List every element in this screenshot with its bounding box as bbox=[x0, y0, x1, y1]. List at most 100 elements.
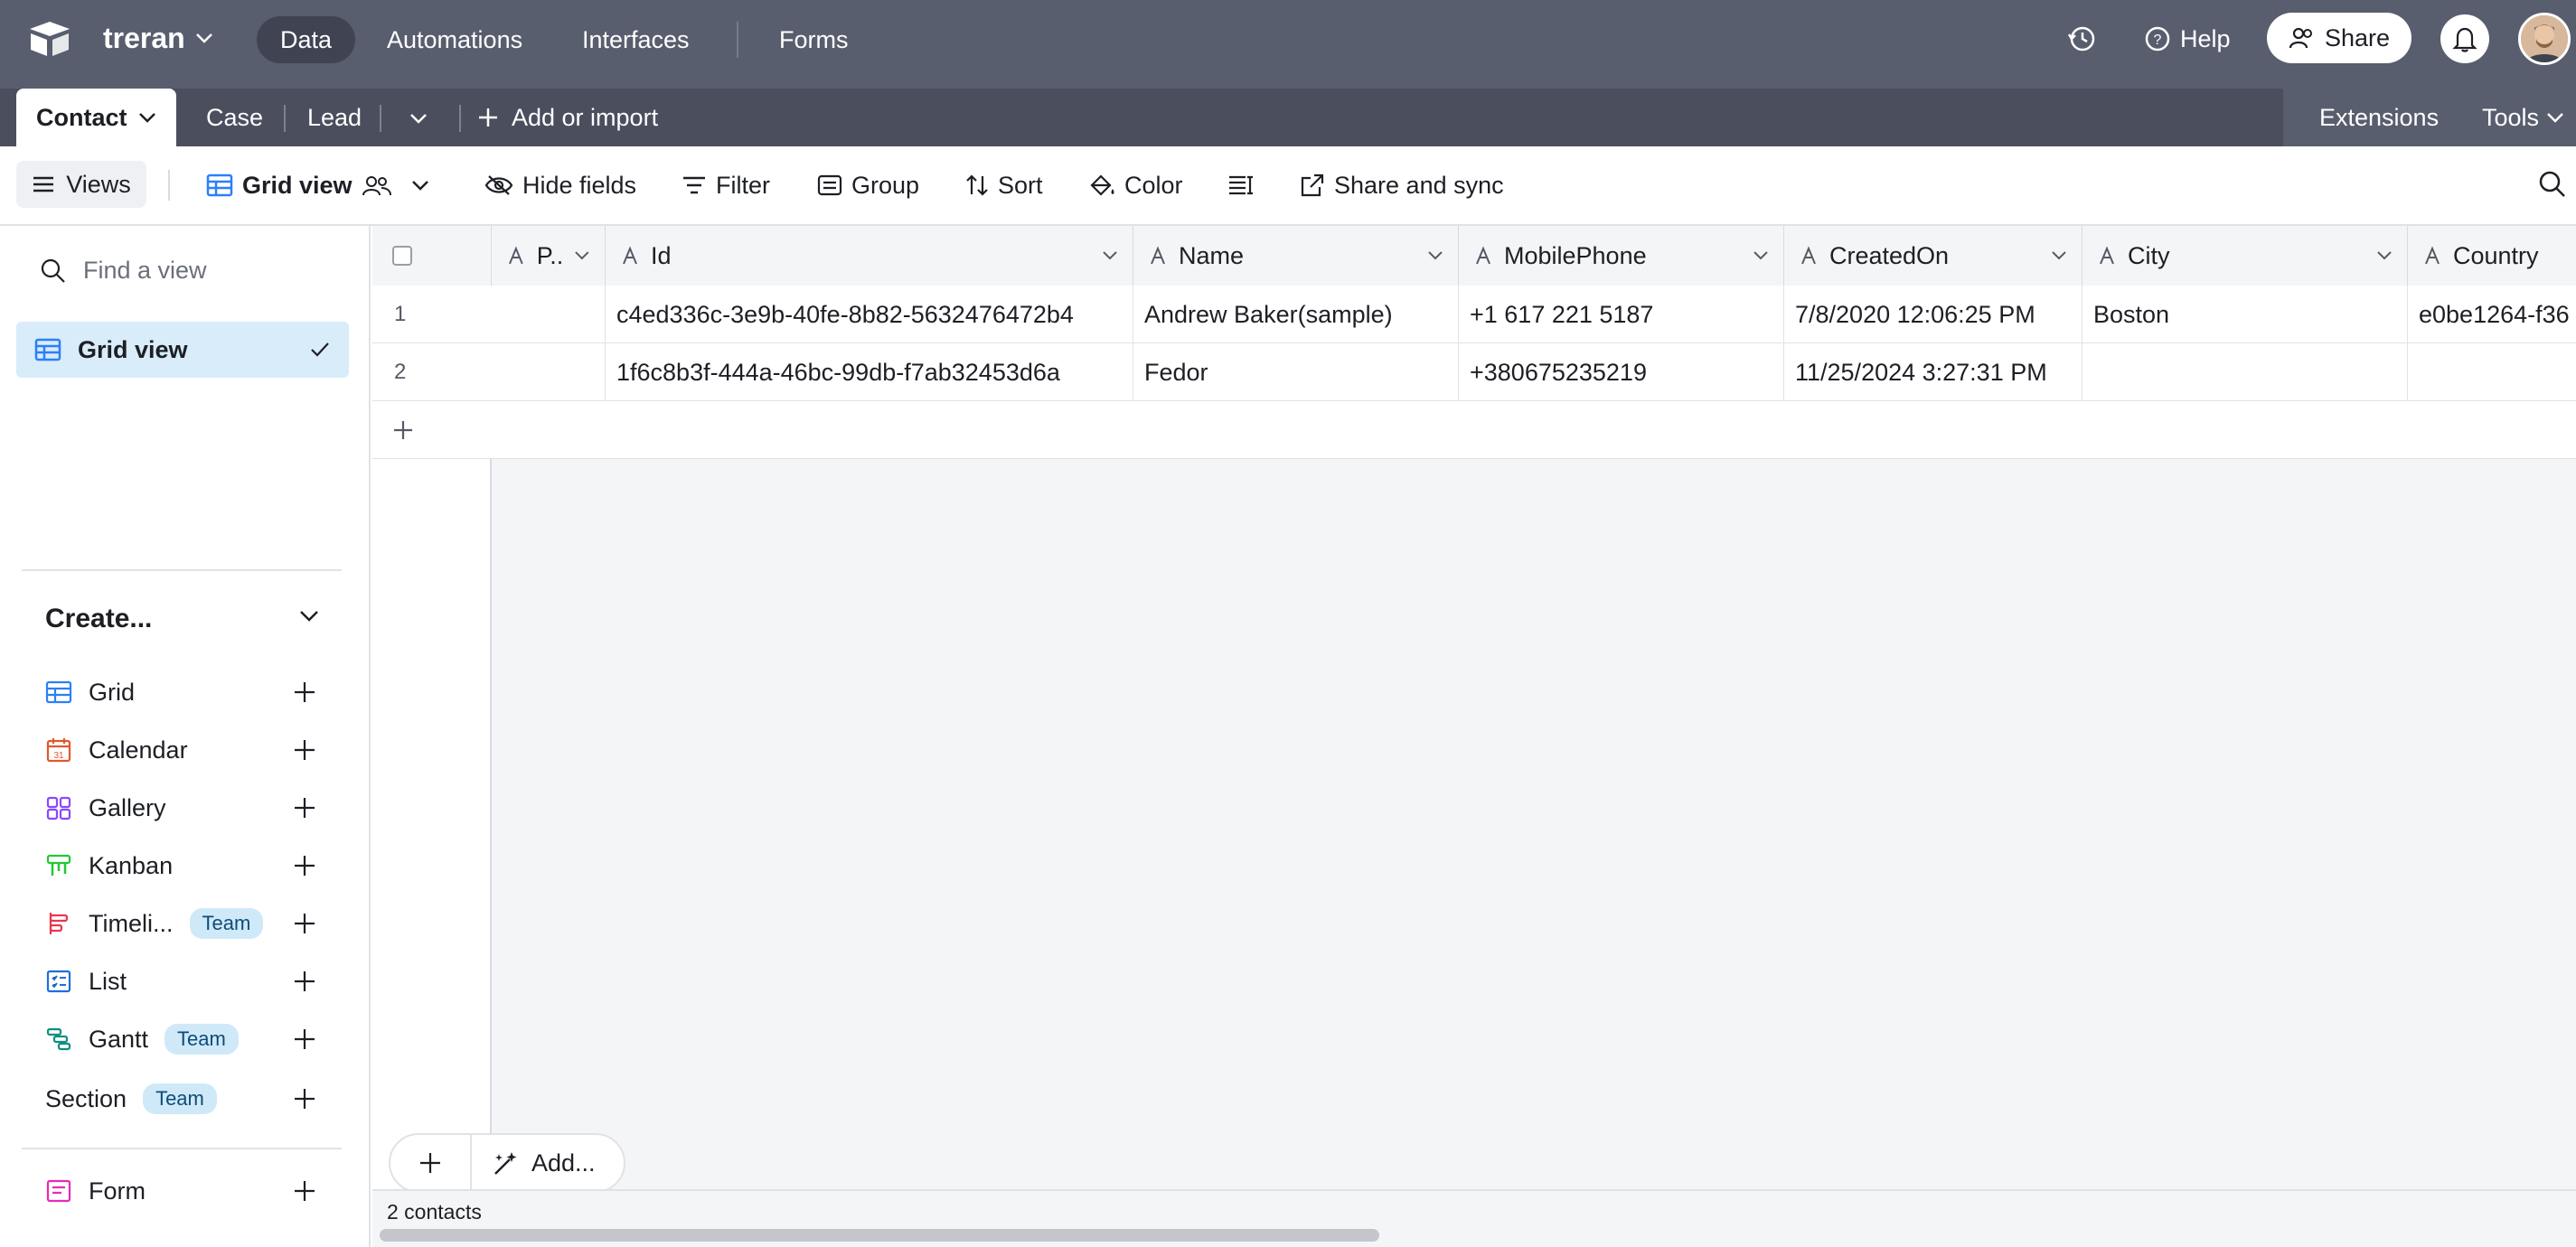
column-header-city[interactable]: City bbox=[2082, 226, 2408, 286]
column-header-country[interactable]: Country bbox=[2408, 226, 2576, 286]
extensions-button[interactable]: Extensions bbox=[2319, 89, 2439, 146]
create-list-item[interactable]: List bbox=[45, 960, 316, 1003]
help-icon: ? bbox=[2145, 26, 2170, 52]
add-section-plus-icon[interactable] bbox=[293, 1087, 316, 1111]
team-badge: Team bbox=[165, 1024, 239, 1055]
cell-country[interactable]: e0be1264-f36 bbox=[2408, 286, 2576, 343]
cell-mobilephone[interactable]: +380675235219 bbox=[1459, 343, 1784, 401]
create-kanban-item[interactable]: Kanban bbox=[45, 844, 316, 887]
cell-name[interactable]: Andrew Baker(sample) bbox=[1133, 286, 1459, 343]
chevron-down-icon[interactable] bbox=[1427, 250, 1443, 261]
create-gantt-item[interactable]: Gantt Team bbox=[45, 1017, 316, 1061]
share-button[interactable]: Share bbox=[2267, 13, 2411, 63]
nav-tab-automations[interactable]: Automations bbox=[363, 16, 546, 63]
notifications-button[interactable] bbox=[2440, 14, 2489, 63]
column-header-mobilephone[interactable]: MobilePhone bbox=[1459, 226, 1784, 286]
nav-tab-interfaces[interactable]: Interfaces bbox=[559, 16, 713, 63]
cell-p[interactable] bbox=[492, 343, 606, 401]
user-avatar[interactable] bbox=[2518, 13, 2571, 65]
help-button[interactable]: ? Help bbox=[2144, 20, 2231, 58]
cell-id[interactable]: 1f6c8b3f-444a-46bc-99db-f7ab32453d6a bbox=[606, 343, 1133, 401]
filter-button[interactable]: Filter bbox=[682, 163, 770, 208]
views-toggle-button[interactable]: Views bbox=[16, 161, 146, 208]
create-timeline-item[interactable]: Timeli... Team bbox=[45, 902, 316, 945]
find-view-input[interactable]: Find a view bbox=[40, 257, 207, 285]
column-header-label: Name bbox=[1179, 241, 1245, 269]
table-row[interactable]: 2 1f6c8b3f-444a-46bc-99db-f7ab32453d6a F… bbox=[372, 343, 2576, 401]
eye-slash-icon bbox=[484, 175, 513, 195]
base-name-menu[interactable]: treran bbox=[103, 20, 214, 56]
chevron-down-icon[interactable] bbox=[1753, 250, 1769, 261]
cell-country[interactable] bbox=[2408, 343, 2576, 401]
column-header-name[interactable]: Name bbox=[1133, 226, 1459, 286]
table-row[interactable]: 1 c4ed336c-3e9b-40fe-8b82-5632476472b4 A… bbox=[372, 286, 2576, 343]
create-section-heading[interactable]: Create... bbox=[45, 604, 152, 634]
tools-button[interactable]: Tools bbox=[2482, 89, 2564, 146]
add-record-button[interactable] bbox=[390, 1135, 472, 1191]
add-kanban-plus-icon[interactable] bbox=[293, 854, 316, 877]
add-with-ai-button[interactable]: Add... bbox=[472, 1149, 596, 1177]
cell-createdon[interactable]: 7/8/2020 12:06:25 PM bbox=[1784, 286, 2082, 343]
nav-tab-data[interactable]: Data bbox=[257, 16, 356, 63]
color-button[interactable]: Color bbox=[1088, 163, 1183, 208]
hide-fields-button[interactable]: Hide fields bbox=[484, 163, 636, 208]
cell-name[interactable]: Fedor bbox=[1133, 343, 1459, 401]
column-header-id[interactable]: Id bbox=[606, 226, 1133, 286]
row-height-button[interactable] bbox=[1227, 163, 1255, 208]
tools-label: Tools bbox=[2482, 104, 2540, 131]
cell-createdon[interactable]: 11/25/2024 3:27:31 PM bbox=[1784, 343, 2082, 401]
nav-tab-forms[interactable]: Forms bbox=[756, 16, 872, 63]
group-icon bbox=[817, 174, 842, 196]
table-tab-contact[interactable]: Contact bbox=[16, 89, 176, 146]
create-gallery-item[interactable]: Gallery bbox=[45, 786, 316, 830]
search-records-icon[interactable] bbox=[2538, 170, 2567, 199]
app-logo-icon[interactable] bbox=[27, 20, 72, 60]
table-tab-case[interactable]: Case bbox=[186, 89, 283, 146]
create-calendar-item[interactable]: 31 Calendar bbox=[45, 728, 316, 772]
create-section-item[interactable]: Section Team bbox=[45, 1077, 316, 1120]
sidebar-view-grid[interactable]: Grid view bbox=[16, 322, 349, 378]
chevron-down-icon[interactable] bbox=[2051, 250, 2067, 261]
add-gallery-plus-icon[interactable] bbox=[293, 796, 316, 820]
create-item-label: Gallery bbox=[89, 793, 166, 821]
add-list-plus-icon[interactable] bbox=[293, 970, 316, 993]
add-form-plus-icon[interactable] bbox=[293, 1179, 316, 1203]
svg-text:31: 31 bbox=[53, 751, 64, 761]
add-timeline-plus-icon[interactable] bbox=[293, 912, 316, 935]
add-record-row[interactable] bbox=[372, 401, 2576, 459]
create-item-label: Form bbox=[89, 1177, 146, 1205]
add-or-import-button[interactable]: Add or import bbox=[477, 89, 658, 146]
cell-p[interactable] bbox=[492, 286, 606, 343]
column-header-createdon[interactable]: CreatedOn bbox=[1784, 226, 2082, 286]
grid-icon bbox=[45, 680, 72, 704]
select-all-checkbox[interactable] bbox=[392, 246, 412, 266]
add-grid-plus-icon[interactable] bbox=[293, 680, 316, 704]
more-tables-chevron-icon[interactable] bbox=[409, 112, 428, 125]
cell-mobilephone[interactable]: +1 617 221 5187 bbox=[1459, 286, 1784, 343]
history-icon[interactable] bbox=[2066, 23, 2097, 54]
sort-button[interactable]: Sort bbox=[965, 163, 1043, 208]
add-gantt-plus-icon[interactable] bbox=[293, 1027, 316, 1051]
chevron-down-icon[interactable] bbox=[1102, 250, 1118, 261]
table-tab-lead[interactable]: Lead bbox=[287, 89, 381, 146]
create-form-item[interactable]: Form bbox=[45, 1169, 316, 1213]
view-switcher[interactable]: Grid view bbox=[206, 163, 430, 208]
chevron-down-icon[interactable] bbox=[574, 250, 590, 261]
create-grid-item[interactable]: Grid bbox=[45, 670, 316, 714]
add-with-ai-label: Add... bbox=[531, 1149, 596, 1177]
text-field-icon bbox=[1801, 246, 1816, 265]
horizontal-scrollbar[interactable] bbox=[380, 1229, 1379, 1242]
share-and-sync-button[interactable]: Share and sync bbox=[1300, 163, 1504, 208]
cell-id[interactable]: c4ed336c-3e9b-40fe-8b82-5632476472b4 bbox=[606, 286, 1133, 343]
chevron-down-icon[interactable] bbox=[298, 609, 320, 624]
sidebar-view-label: Grid view bbox=[78, 335, 188, 363]
add-calendar-plus-icon[interactable] bbox=[293, 738, 316, 762]
group-button[interactable]: Group bbox=[817, 163, 919, 208]
people-icon bbox=[2289, 27, 2312, 49]
column-header-p[interactable]: P.. bbox=[492, 226, 606, 286]
column-header-label: Id bbox=[651, 241, 672, 269]
chevron-down-icon[interactable] bbox=[2376, 250, 2393, 261]
create-item-label: Calendar bbox=[89, 736, 188, 764]
cell-city[interactable]: Boston bbox=[2082, 286, 2408, 343]
cell-city[interactable] bbox=[2082, 343, 2408, 401]
